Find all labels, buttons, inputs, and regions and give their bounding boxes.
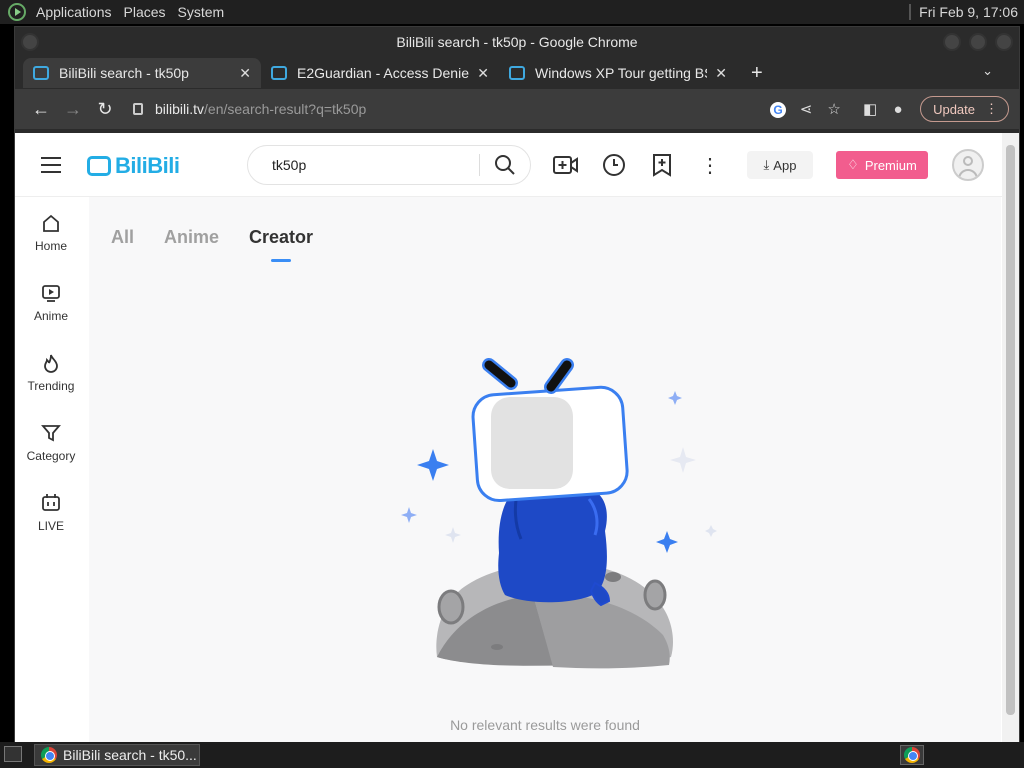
share-icon[interactable]: ⋖ (792, 100, 820, 118)
side-panel-icon[interactable]: ◧ (856, 100, 884, 118)
tab-creator[interactable]: Creator (249, 227, 313, 262)
premium-button[interactable]: ♢ Premium (836, 151, 928, 179)
sidebar-item-label: LIVE (37, 519, 64, 533)
update-button[interactable]: Update ⋮ (920, 96, 1009, 122)
sidebar-item-anime[interactable]: Anime (15, 283, 87, 323)
history-clock-icon[interactable] (601, 153, 627, 177)
lock-icon[interactable] (133, 103, 143, 115)
tab-e2guardian[interactable]: E2Guardian - Access Denied ✕ (261, 58, 499, 88)
category-icon (41, 425, 61, 442)
url-path: /en/search-result?q=tk50p (204, 101, 367, 117)
diamond-icon: ♢ (847, 157, 859, 172)
sidebar-item-label: Trending (27, 379, 75, 393)
tab-title: Windows XP Tour getting BSO (535, 65, 708, 81)
url-host: bilibili.tv (155, 101, 205, 117)
app-download-button[interactable]: ⤓ App (747, 151, 813, 179)
bilibili-logo[interactable]: BiliBili (87, 153, 180, 179)
sidebar-item-label: Category (26, 449, 76, 463)
e2guardian-favicon-icon (271, 66, 287, 80)
show-desktop-icon[interactable] (4, 746, 22, 762)
tab-close-icon[interactable]: ✕ (477, 65, 489, 82)
forward-arrow-icon[interactable]: → (57, 99, 89, 120)
anime-icon (42, 285, 60, 302)
back-arrow-icon[interactable]: ← (25, 99, 57, 120)
sidebar: Home Anime Trending Category LIVE (15, 197, 87, 742)
window-title: BiliBili search - tk50p - Google Chrome (396, 34, 638, 50)
minimize-button[interactable] (943, 33, 961, 51)
app-label: App (773, 157, 797, 173)
search-box (247, 145, 531, 185)
avatar-body (958, 169, 978, 179)
download-icon: ⤓ (763, 157, 770, 172)
tab-title: BiliBili search - tk50p (59, 65, 189, 81)
tab-title: E2Guardian - Access Denied (297, 65, 470, 81)
window-titlebar[interactable]: BiliBili search - tk50p - Google Chrome (15, 27, 1019, 57)
address-bar-row: ← → ↻ bilibili.tv/en/search-result?q=tk5… (15, 89, 1019, 129)
sidebar-item-home[interactable]: Home (15, 213, 87, 253)
update-label: Update (933, 101, 975, 117)
tab-anime[interactable]: Anime (164, 227, 219, 248)
os-taskbar: BiliBili search - tk50... (0, 742, 1024, 768)
sidebar-item-trending[interactable]: Trending (15, 353, 87, 393)
tray-chrome-icon[interactable] (900, 745, 924, 765)
search-icon[interactable] (480, 154, 530, 176)
bilibili-favicon-icon (509, 66, 525, 80)
upload-video-icon[interactable] (553, 153, 579, 177)
os-menu-system[interactable]: System (172, 4, 231, 20)
sidebar-item-label: Anime (33, 309, 68, 323)
hamburger-menu-icon[interactable] (41, 157, 61, 173)
page-scrollbar[interactable] (1002, 133, 1019, 742)
tab-close-icon[interactable]: ✕ (239, 65, 251, 82)
search-results-area: All Anime Creator No relevant results we… (89, 197, 1001, 742)
search-input[interactable] (272, 157, 472, 173)
sidebar-item-category[interactable]: Category (15, 423, 87, 463)
bookmark-star-icon[interactable]: ☆ (820, 100, 848, 118)
tab-close-icon[interactable]: ✕ (715, 65, 727, 82)
live-icon (42, 494, 60, 511)
user-avatar[interactable] (952, 149, 984, 181)
profile-icon[interactable]: ● (884, 101, 912, 118)
no-results-message: No relevant results were found (450, 717, 640, 733)
tab-bilibili-search[interactable]: BiliBili search - tk50p ✕ (23, 58, 261, 88)
more-menu-icon[interactable]: ⋮ (697, 153, 723, 177)
os-bar-separator (909, 4, 912, 20)
omnibox[interactable]: bilibili.tv/en/search-result?q=tk50p (129, 93, 764, 125)
filter-tabs: All Anime Creator (111, 227, 313, 262)
close-window-button[interactable] (995, 33, 1013, 51)
os-menu-applications[interactable]: Applications (30, 4, 118, 20)
os-menu-places[interactable]: Places (118, 4, 172, 20)
tab-search-chevron-icon[interactable]: ⌄ (982, 63, 993, 79)
tab-all[interactable]: All (111, 227, 134, 248)
reload-icon[interactable]: ↻ (89, 99, 121, 120)
google-lens-icon[interactable]: G (764, 101, 792, 118)
new-tab-icon[interactable]: + (751, 62, 763, 85)
taskbar-item-chrome[interactable]: BiliBili search - tk50... (34, 744, 200, 766)
site-header: BiliBili ⋮ ⤓ App (15, 133, 1019, 197)
os-clock[interactable]: Fri Feb 9, 17:06 (919, 4, 1024, 20)
avatar-head (963, 156, 973, 166)
premium-label: Premium (864, 157, 917, 173)
tab-windows-xp[interactable]: Windows XP Tour getting BSO ✕ (499, 58, 737, 88)
chrome-icon (41, 747, 57, 763)
tab-strip: BiliBili search - tk50p ✕ E2Guardian - A… (15, 57, 1019, 89)
logo-text: BiliBili (115, 153, 180, 178)
sidebar-item-live[interactable]: LIVE (15, 493, 87, 533)
taskbar-item-label: BiliBili search - tk50... (63, 747, 197, 763)
os-menu-logo-icon[interactable] (8, 3, 26, 21)
os-top-bar: Applications Places System Fri Feb 9, 17… (0, 0, 1024, 24)
window-menu-button[interactable] (21, 33, 39, 51)
home-icon (43, 214, 59, 232)
bilibili-favicon-icon (33, 66, 49, 80)
sidebar-item-label: Home (34, 239, 67, 253)
maximize-button[interactable] (969, 33, 987, 51)
watch-later-bookmark-icon[interactable] (649, 153, 675, 177)
kebab-menu-icon: ⋮ (985, 101, 998, 116)
scrollbar-thumb[interactable] (1006, 145, 1015, 715)
browser-window: BiliBili search - tk50p - Google Chrome … (14, 26, 1020, 742)
web-page: BiliBili ⋮ ⤓ App (15, 133, 1019, 742)
bilibili-tv-icon (87, 156, 111, 176)
trending-icon (44, 354, 58, 373)
empty-state-illustration (401, 358, 717, 669)
